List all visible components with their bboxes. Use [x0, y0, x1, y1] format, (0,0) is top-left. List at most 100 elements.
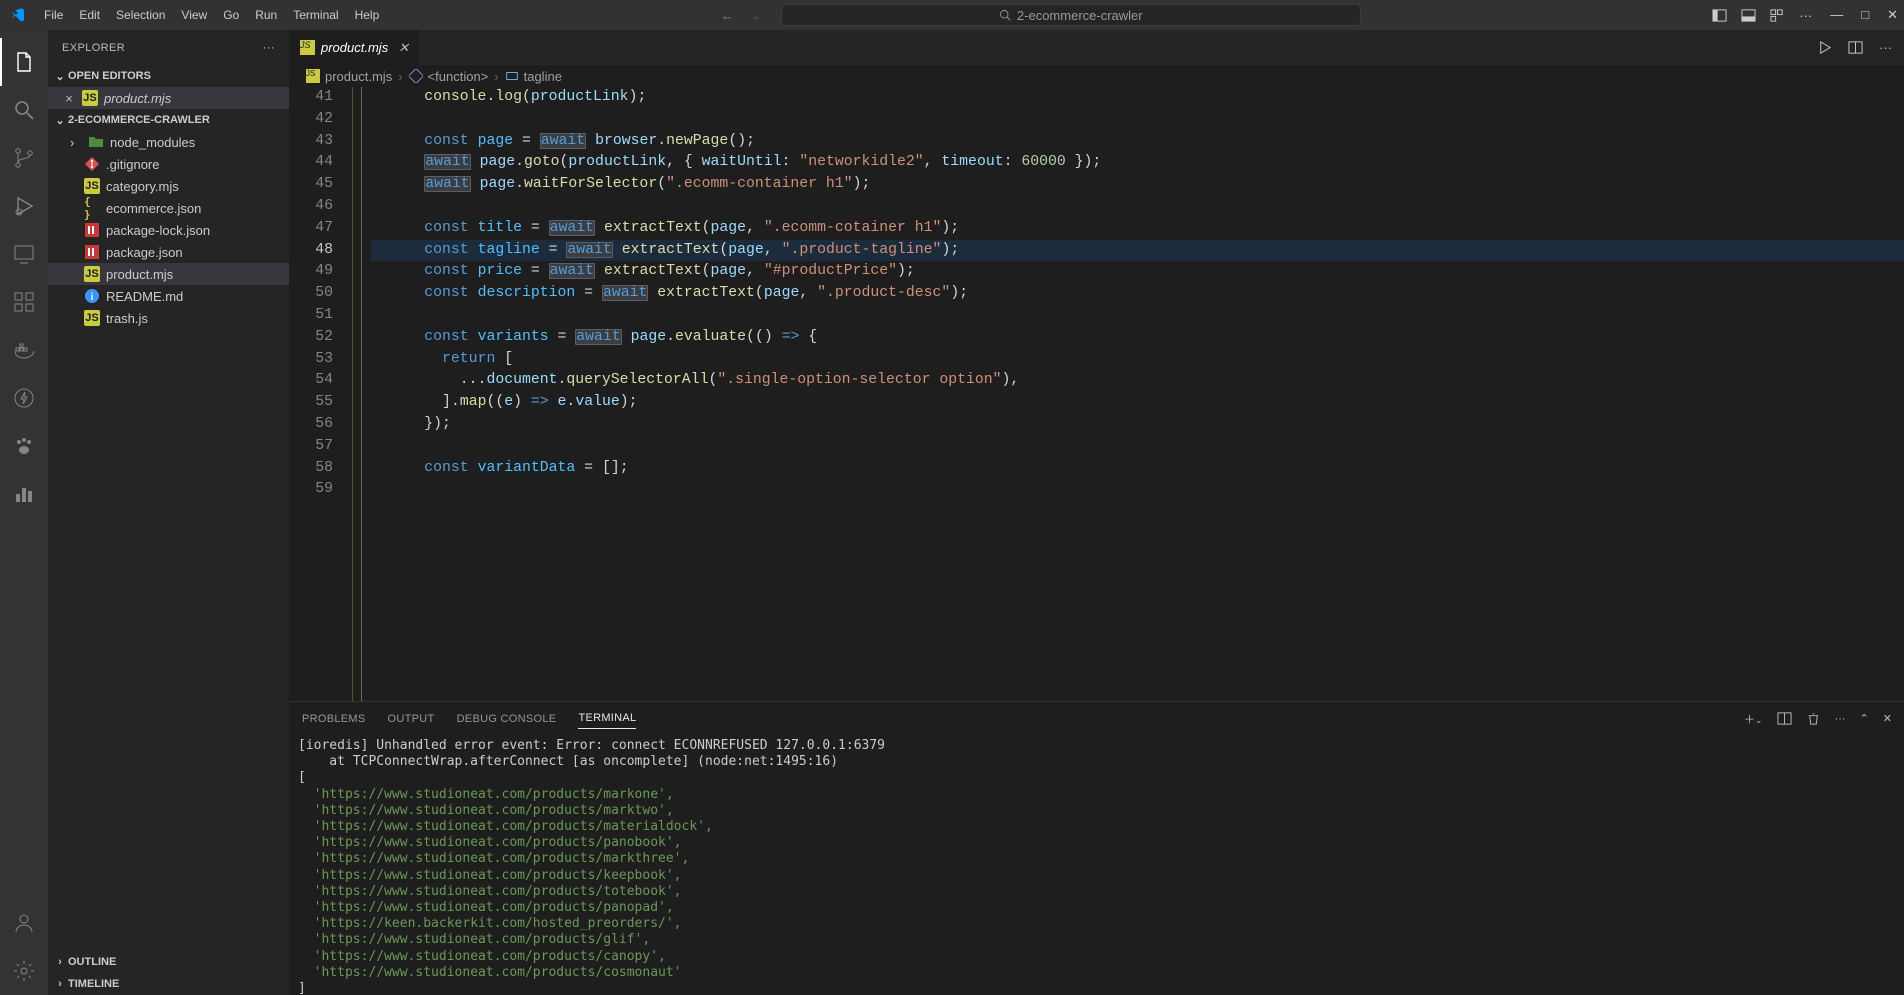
customize-layout-icon[interactable]: [1770, 8, 1785, 23]
panel-tab-output[interactable]: OUTPUT: [388, 709, 435, 729]
toggle-panel-left-icon[interactable]: [1712, 8, 1727, 23]
minimize-icon[interactable]: —: [1830, 7, 1843, 23]
code-line[interactable]: ...document.querySelectorAll(".single-op…: [371, 370, 1904, 392]
folder-icon: [88, 134, 104, 150]
command-center[interactable]: 2-ecommerce-crawler: [781, 4, 1361, 26]
code-line[interactable]: [371, 109, 1904, 131]
tree-item[interactable]: JStrash.js: [48, 307, 289, 329]
search-icon: [12, 98, 36, 122]
section-outline[interactable]: › OUTLINE: [48, 951, 289, 973]
split-editor-icon[interactable]: [1848, 40, 1863, 55]
ab-accounts[interactable]: [0, 899, 48, 947]
more-icon[interactable]: ···: [263, 42, 275, 54]
code-line[interactable]: await page.goto(productLink, { waitUntil…: [371, 152, 1904, 174]
menu-edit[interactable]: Edit: [71, 4, 108, 26]
chevron-right-icon: ›: [70, 135, 82, 150]
code-line[interactable]: const variants = await page.evaluate(() …: [371, 327, 1904, 349]
ab-thunder[interactable]: [0, 374, 48, 422]
section-open-editors[interactable]: ⌄ OPEN EDITORS: [48, 65, 289, 87]
menu-help[interactable]: Help: [347, 4, 388, 26]
maximize-icon[interactable]: □: [1861, 7, 1869, 23]
close-icon[interactable]: ✕: [398, 40, 409, 56]
ab-explorer[interactable]: [0, 38, 48, 86]
more-icon[interactable]: ···: [1835, 713, 1846, 725]
tree-item[interactable]: package.json: [48, 241, 289, 263]
menu-view[interactable]: View: [173, 4, 215, 26]
code-line[interactable]: const title = await extractText(page, ".…: [371, 218, 1904, 240]
ab-source-control[interactable]: [0, 134, 48, 182]
tree-item[interactable]: JSproduct.mjs: [48, 263, 289, 285]
section-workspace[interactable]: ⌄ 2-ECOMMERCE-CRAWLER: [48, 109, 289, 131]
nav-arrows: ← →: [721, 8, 761, 23]
ab-search[interactable]: [0, 86, 48, 134]
tree-item[interactable]: package-lock.json: [48, 219, 289, 241]
js-icon: JS: [84, 266, 100, 282]
tree-item[interactable]: .gitignore: [48, 153, 289, 175]
js-icon: JS: [300, 40, 315, 55]
code-line[interactable]: [371, 436, 1904, 458]
menu-go[interactable]: Go: [215, 4, 247, 26]
code-line[interactable]: const tagline = await extractText(page, …: [371, 240, 1904, 262]
close-icon[interactable]: ×: [62, 91, 76, 106]
gear-icon: [12, 959, 36, 983]
tree-item[interactable]: iREADME.md: [48, 285, 289, 307]
tree-item[interactable]: JScategory.mjs: [48, 175, 289, 197]
more-icon[interactable]: ···: [1879, 40, 1892, 55]
code-line[interactable]: console.log(productLink);: [371, 87, 1904, 109]
tree-item[interactable]: { }ecommerce.json: [48, 197, 289, 219]
ab-pets[interactable]: [0, 422, 48, 470]
thunder-icon: [12, 386, 36, 410]
menu-run[interactable]: Run: [247, 4, 285, 26]
code-line[interactable]: await page.waitForSelector(".ecomm-conta…: [371, 174, 1904, 196]
code-line[interactable]: const price = await extractText(page, "#…: [371, 261, 1904, 283]
nav-forward-icon[interactable]: →: [748, 8, 761, 23]
code-editor[interactable]: 41424344454647484950515253545556575859 c…: [290, 87, 1904, 701]
panel-tab-debug-console[interactable]: DEBUG CONSOLE: [457, 709, 557, 729]
code-line[interactable]: const variantData = [];: [371, 458, 1904, 480]
ab-graph[interactable]: [0, 470, 48, 518]
toggle-panel-bottom-icon[interactable]: [1741, 8, 1756, 23]
trash-icon[interactable]: [1806, 711, 1821, 726]
tree-item[interactable]: ›node_modules: [48, 131, 289, 153]
code-line[interactable]: return [: [371, 349, 1904, 371]
ab-run-debug[interactable]: [0, 182, 48, 230]
ab-docker[interactable]: [0, 326, 48, 374]
run-icon[interactable]: [1817, 40, 1832, 55]
panel-tab-terminal[interactable]: TERMINAL: [578, 708, 636, 729]
ab-settings[interactable]: [0, 947, 48, 995]
terminal-output[interactable]: [ioredis] Unhandled error event: Error: …: [290, 735, 1904, 995]
search-icon: [999, 9, 1011, 21]
code-line[interactable]: [371, 305, 1904, 327]
menu-selection[interactable]: Selection: [108, 4, 173, 26]
code-line[interactable]: [371, 196, 1904, 218]
code-line[interactable]: const page = await browser.newPage();: [371, 131, 1904, 153]
open-editor-item[interactable]: ×JSproduct.mjs: [48, 87, 289, 109]
git-branch-icon: [12, 146, 36, 170]
info-icon: i: [84, 288, 100, 304]
chevron-right-icon: ›: [52, 978, 68, 990]
tab-product-mjs[interactable]: JS product.mjs ✕: [290, 30, 420, 65]
code-line[interactable]: ].map((e) => e.value);: [371, 392, 1904, 414]
panel-tab-problems[interactable]: PROBLEMS: [302, 709, 366, 729]
close-icon[interactable]: ✕: [1887, 7, 1898, 23]
chevron-up-icon[interactable]: ⌃: [1860, 712, 1869, 725]
chevron-right-icon: ›: [52, 956, 68, 968]
split-terminal-icon[interactable]: [1777, 711, 1792, 726]
ab-extensions[interactable]: [0, 278, 48, 326]
code-line[interactable]: });: [371, 414, 1904, 436]
code-line[interactable]: const description = await extractText(pa…: [371, 283, 1904, 305]
nav-back-icon[interactable]: ←: [721, 8, 734, 23]
new-terminal-icon[interactable]: ＋⌄: [1744, 711, 1763, 727]
js-icon: JS: [306, 69, 320, 83]
menu-terminal[interactable]: Terminal: [285, 4, 346, 26]
json-icon: { }: [84, 200, 100, 216]
close-icon[interactable]: ✕: [1883, 712, 1892, 725]
vscode-logo-icon: [10, 7, 26, 23]
ab-remote[interactable]: [0, 230, 48, 278]
code-line[interactable]: [371, 479, 1904, 501]
section-timeline[interactable]: › TIMELINE: [48, 973, 289, 995]
breadcrumb[interactable]: JSproduct.mjs › <function> › tagline: [290, 65, 1904, 87]
bar-chart-icon: [12, 482, 36, 506]
more-icon[interactable]: ···: [1799, 8, 1812, 23]
menu-file[interactable]: File: [36, 4, 71, 26]
